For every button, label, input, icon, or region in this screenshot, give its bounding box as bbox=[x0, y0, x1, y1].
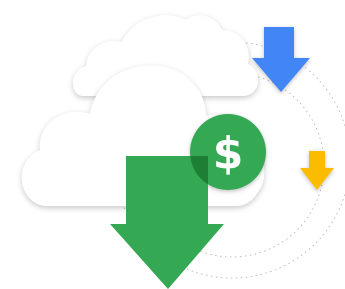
large-download-arrow-icon bbox=[110, 156, 224, 289]
blue-download-arrow-icon bbox=[252, 27, 310, 92]
cloud-savings-illustration: $ bbox=[21, 15, 345, 289]
dollar-symbol: $ bbox=[213, 128, 244, 179]
yellow-download-arrow-icon bbox=[300, 151, 334, 190]
